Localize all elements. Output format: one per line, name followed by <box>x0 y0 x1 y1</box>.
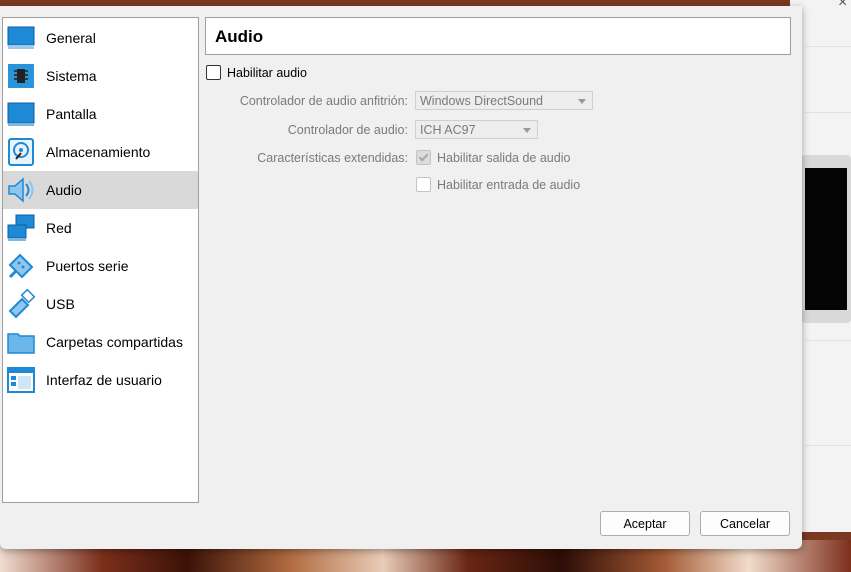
sidebar-item-sistema[interactable]: Sistema <box>3 57 198 95</box>
audio-controller-select[interactable]: ICH AC97 <box>415 120 538 139</box>
background-divider <box>805 340 851 341</box>
chevron-down-icon <box>578 99 586 104</box>
page-header: Audio <box>205 17 791 55</box>
enable-audio-input-checkbox[interactable] <box>416 177 431 192</box>
storage-disk-icon <box>6 137 36 167</box>
network-icon <box>6 213 36 243</box>
sidebar-item-label: Puertos serie <box>46 258 129 274</box>
folder-icon <box>6 327 36 357</box>
usb-icon <box>6 289 36 319</box>
user-interface-icon <box>6 365 36 395</box>
host-driver-label: Controlador de audio anfitrión: <box>239 94 408 108</box>
enable-audio-output-checkbox[interactable] <box>416 150 431 165</box>
sidebar-item-label: Pantalla <box>46 106 97 122</box>
page-title: Audio <box>215 27 264 46</box>
sidebar-item-label: USB <box>46 296 75 312</box>
settings-dialog: General Sistema Pantalla Almacenamiento <box>0 6 802 549</box>
extended-features-label: Características extendidas: <box>257 151 408 165</box>
sidebar-item-label: Almacenamiento <box>46 144 151 160</box>
enable-audio-output-label: Habilitar salida de audio <box>437 151 571 165</box>
sidebar-item-label: Sistema <box>46 68 97 84</box>
sidebar-item-label: General <box>46 30 96 46</box>
sidebar-item-red[interactable]: Red <box>3 209 198 247</box>
chevron-down-icon <box>523 128 531 133</box>
sidebar-item-label: Audio <box>46 182 82 198</box>
background-divider <box>805 112 851 113</box>
settings-sidebar: General Sistema Pantalla Almacenamiento <box>2 17 199 503</box>
host-driver-value: Windows DirectSound <box>420 94 543 108</box>
sidebar-item-interfaz-de-usuario[interactable]: Interfaz de usuario <box>3 361 198 399</box>
display-icon <box>6 99 36 129</box>
background-divider <box>805 46 851 47</box>
background-close-icon[interactable]: × <box>838 0 847 12</box>
sidebar-item-puertos-serie[interactable]: Puertos serie <box>3 247 198 285</box>
general-monitor-icon <box>6 23 36 53</box>
enable-audio-label: Habilitar audio <box>227 66 307 80</box>
sidebar-item-audio[interactable]: Audio <box>3 171 198 209</box>
background-divider <box>805 445 851 446</box>
ok-button[interactable]: Aceptar <box>600 511 690 536</box>
audio-controller-value: ICH AC97 <box>420 123 476 137</box>
audio-controller-label: Controlador de audio: <box>287 123 408 137</box>
speaker-icon <box>6 175 36 205</box>
serial-port-icon <box>6 251 36 281</box>
chip-icon <box>6 61 36 91</box>
sidebar-item-general[interactable]: General <box>3 19 198 57</box>
host-driver-select[interactable]: Windows DirectSound <box>415 91 593 110</box>
sidebar-item-usb[interactable]: USB <box>3 285 198 323</box>
enable-audio-checkbox[interactable] <box>206 65 221 80</box>
cancel-button[interactable]: Cancelar <box>700 511 790 536</box>
sidebar-item-label: Red <box>46 220 72 236</box>
enable-audio-input-label: Habilitar entrada de audio <box>437 178 581 192</box>
sidebar-item-carpetas-compartidas[interactable]: Carpetas compartidas <box>3 323 198 361</box>
sidebar-item-pantalla[interactable]: Pantalla <box>3 95 198 133</box>
sidebar-item-label: Carpetas compartidas <box>46 334 183 350</box>
sidebar-item-label: Interfaz de usuario <box>46 372 162 388</box>
sidebar-item-almacenamiento[interactable]: Almacenamiento <box>3 133 198 171</box>
background-vm-screen <box>805 168 847 310</box>
